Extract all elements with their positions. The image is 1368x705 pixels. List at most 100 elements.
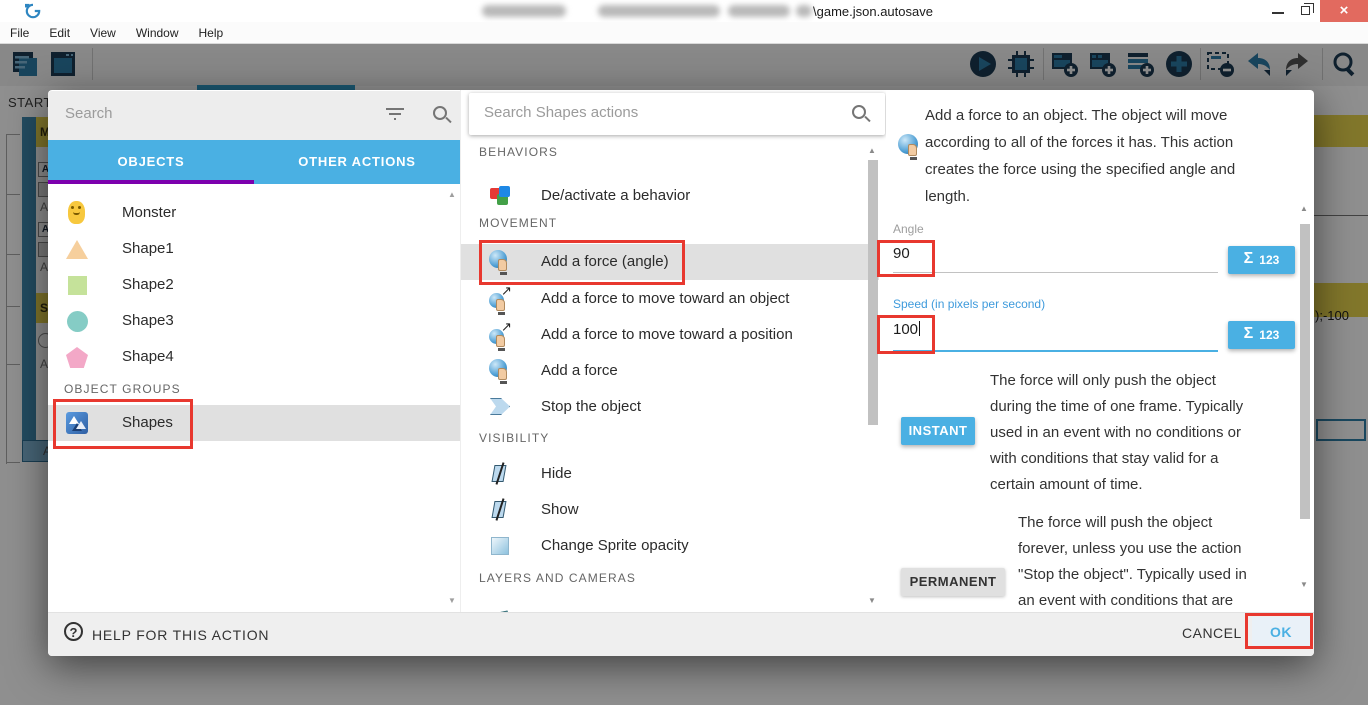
help-link[interactable]: HELP FOR THIS ACTION bbox=[92, 627, 269, 643]
actions-panel: BEHAVIORS De/activate a behavior MOVEMEN… bbox=[460, 90, 886, 612]
speed-underline bbox=[893, 350, 1218, 352]
search-icon[interactable] bbox=[852, 105, 866, 119]
actions-search-input[interactable] bbox=[484, 104, 824, 121]
object-search-bar bbox=[48, 91, 460, 140]
behavior-icon bbox=[489, 184, 513, 208]
instant-description: The force will only push the object duri… bbox=[990, 368, 1248, 498]
menu-edit[interactable]: Edit bbox=[39, 22, 80, 40]
scroll-up-arrow[interactable]: ▲ bbox=[868, 146, 876, 155]
speed-expression-button[interactable]: Σ123 bbox=[1228, 321, 1295, 349]
force-icon bbox=[898, 134, 924, 160]
scrollbar-thumb[interactable] bbox=[1300, 224, 1310, 519]
menu-view[interactable]: View bbox=[80, 22, 126, 40]
object-groups-header: OBJECT GROUPS bbox=[64, 382, 181, 396]
action-deactivate-behavior[interactable]: De/activate a behavior bbox=[461, 178, 879, 214]
camera-icon bbox=[489, 602, 513, 612]
close-button[interactable]: × bbox=[1320, 0, 1368, 22]
action-label: Add a force bbox=[541, 362, 618, 379]
restore-icon bbox=[1301, 6, 1310, 15]
expression-123: 123 bbox=[1259, 328, 1279, 342]
force-icon bbox=[489, 250, 513, 274]
action-label: Add a force to move toward a position bbox=[541, 326, 793, 343]
object-label: Monster bbox=[122, 204, 176, 221]
ok-button[interactable]: OK bbox=[1252, 617, 1310, 647]
object-search-input[interactable] bbox=[65, 105, 365, 122]
triangle-icon bbox=[66, 237, 90, 261]
filter-icon[interactable] bbox=[386, 108, 404, 122]
scroll-down-arrow[interactable]: ▼ bbox=[448, 596, 456, 605]
group-label: Shapes bbox=[122, 414, 173, 431]
tab-active-indicator bbox=[48, 180, 254, 184]
show-icon bbox=[489, 498, 513, 522]
object-label: Shape4 bbox=[122, 348, 174, 365]
tab-objects[interactable]: OBJECTS bbox=[48, 140, 254, 184]
angle-field[interactable]: 90 bbox=[893, 245, 910, 262]
section-movement: MOVEMENT bbox=[479, 216, 557, 230]
section-behaviors: BEHAVIORS bbox=[479, 145, 558, 159]
objects-panel: OBJECTS OTHER ACTIONS Monster Shape1 Sha… bbox=[48, 90, 460, 612]
action-add-force[interactable]: Add a force bbox=[461, 353, 879, 389]
menu-file[interactable]: File bbox=[0, 22, 39, 40]
scroll-up-arrow[interactable]: ▲ bbox=[448, 190, 456, 199]
action-force-toward-object[interactable]: ↗ Add a force to move toward an object bbox=[461, 281, 879, 317]
restore-button[interactable] bbox=[1292, 0, 1320, 22]
actions-scrollbar[interactable]: ▲ ▼ bbox=[867, 148, 879, 604]
minimize-button[interactable] bbox=[1264, 0, 1292, 22]
menu-help[interactable]: Help bbox=[189, 22, 234, 40]
group-icon bbox=[66, 412, 88, 434]
list-item-shapes-group[interactable]: Shapes bbox=[48, 405, 460, 441]
speed-label: Speed (in pixels per second) bbox=[893, 297, 1045, 311]
scroll-down-arrow[interactable]: ▼ bbox=[868, 596, 876, 605]
scroll-down-arrow[interactable]: ▼ bbox=[1300, 580, 1308, 589]
title-bar: \game.json.autosave × bbox=[0, 0, 1368, 22]
list-item-shape3[interactable]: Shape3 bbox=[48, 303, 460, 339]
parameters-panel: Add a force to an object. The object wil… bbox=[886, 90, 1314, 612]
title-redacted-segment bbox=[796, 5, 812, 17]
scroll-up-arrow[interactable]: ▲ bbox=[1300, 204, 1308, 213]
text-caret bbox=[919, 321, 920, 336]
parameters-scrollbar[interactable]: ▲ ▼ bbox=[1298, 208, 1312, 598]
object-tabs: OBJECTS OTHER ACTIONS bbox=[48, 140, 460, 184]
action-add-force-angle[interactable]: Add a force (angle) bbox=[461, 244, 879, 280]
pentagon-icon bbox=[66, 345, 90, 369]
action-force-toward-position[interactable]: ↗ Add a force to move toward a position bbox=[461, 317, 879, 353]
list-item-monster[interactable]: Monster bbox=[48, 195, 460, 231]
list-item-shape4[interactable]: Shape4 bbox=[48, 339, 460, 375]
list-item-shape1[interactable]: Shape1 bbox=[48, 231, 460, 267]
gdevelop-logo-icon bbox=[24, 3, 42, 19]
section-visibility: VISIBILITY bbox=[479, 431, 549, 445]
action-stop-object[interactable]: Stop the object bbox=[461, 389, 879, 425]
action-partial-row[interactable] bbox=[461, 596, 879, 612]
action-label: Change Sprite opacity bbox=[541, 537, 689, 554]
angle-expression-button[interactable]: Σ123 bbox=[1228, 246, 1295, 274]
action-show[interactable]: Show bbox=[461, 492, 879, 528]
square-icon bbox=[66, 273, 90, 297]
action-change-opacity[interactable]: Change Sprite opacity bbox=[461, 528, 879, 564]
angle-label: Angle bbox=[893, 222, 924, 236]
permanent-button[interactable]: PERMANENT bbox=[901, 568, 1005, 596]
action-editor-dialog: OBJECTS OTHER ACTIONS Monster Shape1 Sha… bbox=[48, 90, 1314, 656]
title-redacted-segment bbox=[598, 5, 720, 17]
list-item-shape2[interactable]: Shape2 bbox=[48, 267, 460, 303]
action-label: Show bbox=[541, 501, 579, 518]
menu-window[interactable]: Window bbox=[126, 22, 189, 40]
action-description: Add a force to an object. The object wil… bbox=[925, 102, 1247, 210]
help-icon: ? bbox=[64, 622, 83, 641]
speed-value: 100 bbox=[893, 321, 918, 338]
action-hide[interactable]: Hide bbox=[461, 456, 879, 492]
force-toward-position-icon: ↗ bbox=[489, 323, 513, 347]
dialog-footer: ? HELP FOR THIS ACTION CANCEL OK bbox=[48, 612, 1314, 656]
speed-field[interactable]: 100 bbox=[893, 321, 920, 338]
search-icon[interactable] bbox=[433, 106, 447, 120]
monster-icon bbox=[66, 201, 90, 225]
angle-value: 90 bbox=[893, 245, 910, 262]
action-label: Hide bbox=[541, 465, 572, 482]
cancel-button[interactable]: CANCEL bbox=[1182, 625, 1242, 641]
scrollbar-thumb[interactable] bbox=[868, 160, 878, 425]
instant-button[interactable]: INSTANT bbox=[901, 417, 975, 445]
tab-other-actions[interactable]: OTHER ACTIONS bbox=[254, 140, 460, 184]
force-icon bbox=[489, 359, 513, 383]
minimize-icon bbox=[1272, 12, 1284, 14]
force-toward-object-icon: ↗ bbox=[489, 287, 513, 311]
action-label: Add a force to move toward an object bbox=[541, 290, 789, 307]
